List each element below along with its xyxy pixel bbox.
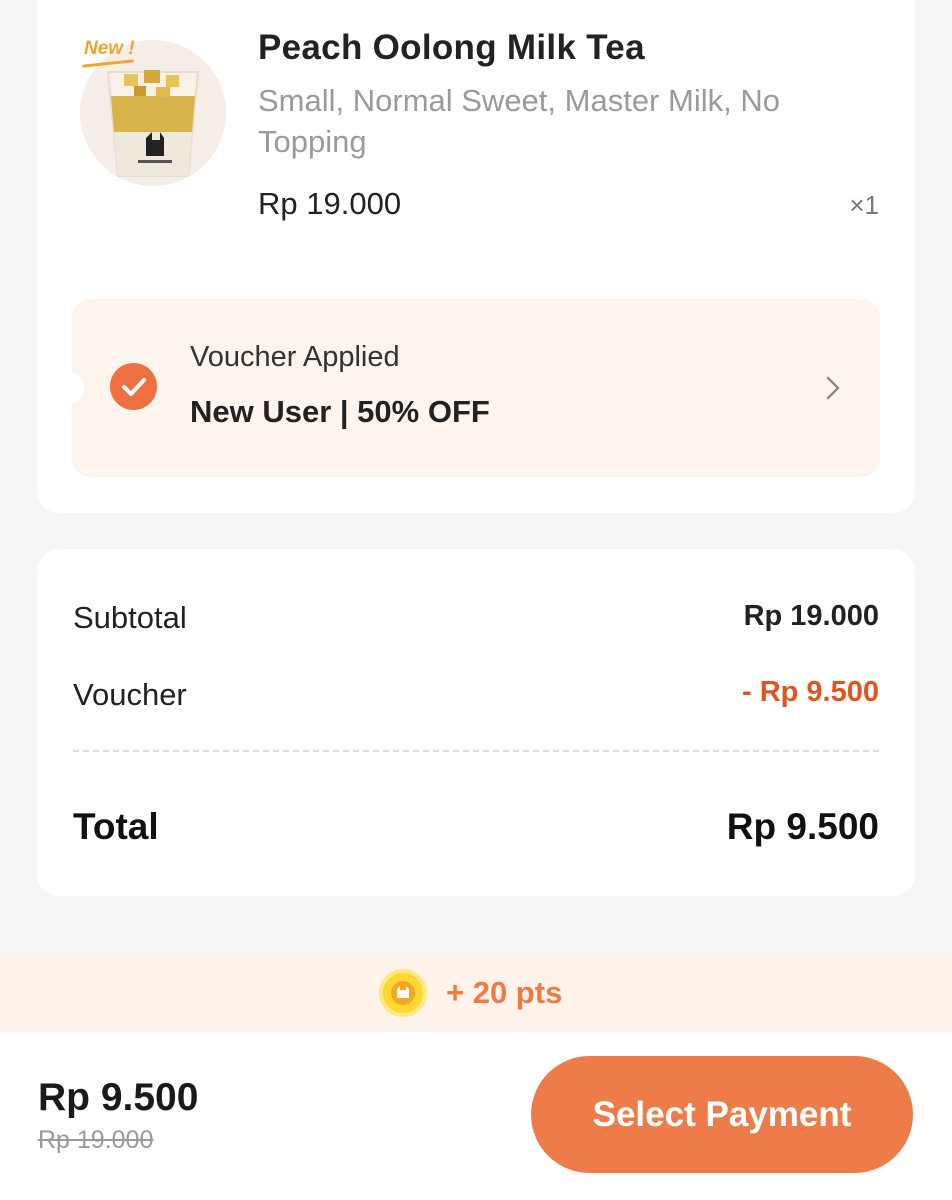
coin-icon-inner (391, 981, 415, 1005)
select-payment-button[interactable]: Select Payment (531, 1056, 913, 1173)
total-label: Total (73, 806, 159, 847)
subtotal-label: Subtotal (73, 600, 187, 635)
original-price: Rp 19.000 (38, 1126, 154, 1154)
final-price: Rp 9.500 (38, 1076, 199, 1119)
coin-icon (379, 969, 427, 1017)
voucher-discount-value: - Rp 9.500 (742, 676, 879, 708)
voucher-name: New User | 50% OFF (190, 394, 490, 429)
check-icon (110, 363, 157, 410)
points-earned: + 20 pts (446, 975, 563, 1010)
voucher-summary-label: Voucher (73, 677, 187, 712)
reward-points-bar: + 20 pts (0, 954, 952, 1032)
voucher-selector[interactable]: Voucher Applied New User | 50% OFF (60, 299, 880, 477)
subtotal-value: Rp 19.000 (743, 600, 879, 632)
chevron-right-icon (822, 375, 844, 401)
total-value: Rp 9.500 (726, 806, 879, 847)
summary-divider (73, 750, 879, 752)
product-name: Peach Oolong Milk Tea (258, 28, 645, 67)
product-options: Small, Normal Sweet, Master Milk, No Top… (258, 83, 780, 159)
product-price: Rp 19.000 (258, 186, 402, 221)
voucher-status-label: Voucher Applied (190, 341, 400, 373)
new-badge: New ! (84, 38, 135, 59)
voucher-notch (60, 373, 84, 403)
checkout-bar: Rp 9.500 Rp 19.000 Select Payment (0, 1032, 952, 1200)
product-quantity: ×1 (849, 190, 879, 220)
